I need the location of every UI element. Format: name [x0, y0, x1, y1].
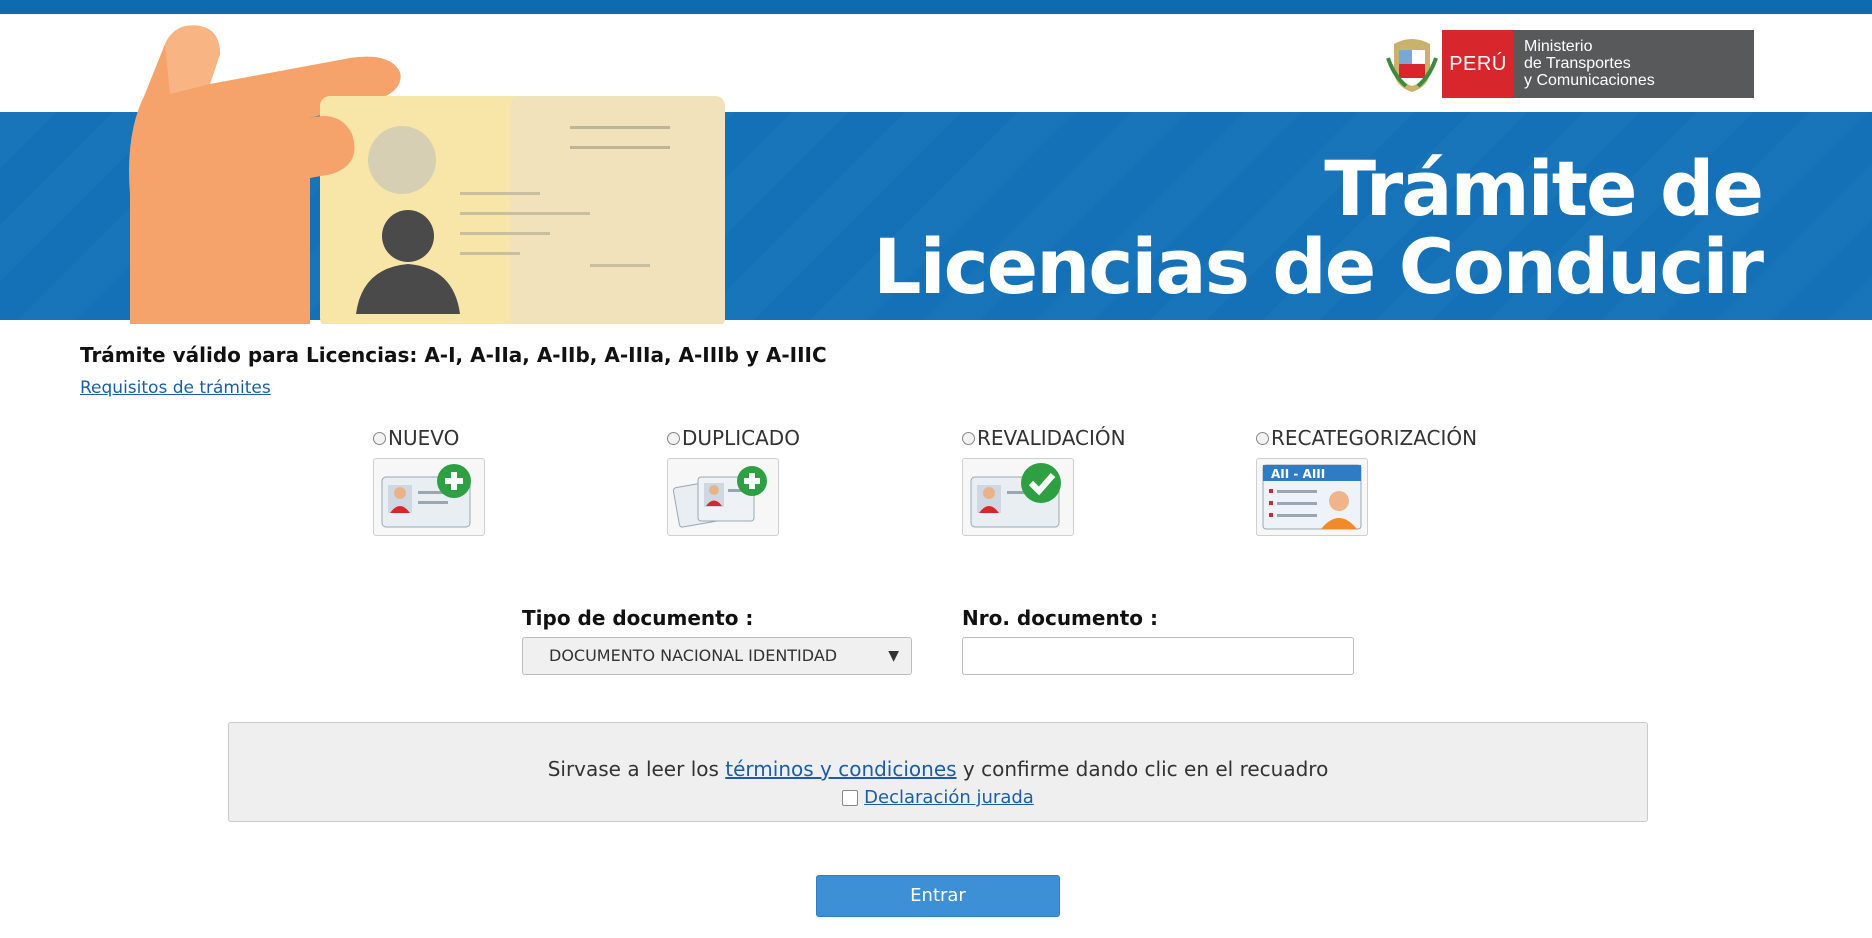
radio-nuevo[interactable] — [373, 431, 386, 445]
radio-revalidacion[interactable] — [962, 431, 975, 445]
logo-country: PERÚ — [1442, 30, 1514, 98]
option-nuevo[interactable]: NUEVO — [373, 426, 485, 536]
enter-button[interactable]: Entrar — [816, 875, 1060, 917]
declaration-link[interactable]: Declaración jurada — [864, 787, 1034, 808]
logo-ministry: Ministerio de Transportes y Comunicacion… — [1514, 30, 1754, 98]
option-label: DUPLICADO — [682, 426, 800, 450]
logo-ministry-line: y Comunicaciones — [1524, 72, 1655, 89]
option-label: REVALIDACIÓN — [977, 426, 1126, 450]
doc-number-input[interactable] — [962, 637, 1354, 675]
option-recategorizacion[interactable]: RECATEGORIZACIÓN AII - AIII — [1256, 426, 1477, 536]
chevron-down-icon[interactable]: ▼ — [888, 638, 899, 674]
revalidation-license-icon[interactable] — [962, 458, 1074, 536]
ministry-logo: PERÚ Ministerio de Transportes y Comunic… — [1382, 30, 1754, 98]
requirements-link[interactable]: Requisitos de trámites — [80, 378, 271, 398]
option-label: RECATEGORIZACIÓN — [1271, 426, 1478, 450]
doc-number-label: Nro. documento : — [962, 606, 1158, 630]
terms-prefix: Sirvase a leer los — [547, 757, 726, 781]
option-label: NUEVO — [388, 426, 460, 450]
valid-licenses-text: Trámite válido para Licencias: A-I, A-II… — [80, 343, 827, 367]
doc-type-value: DOCUMENTO NACIONAL IDENTIDAD — [549, 646, 838, 665]
terms-box: Sirvase a leer los términos y condicione… — [228, 722, 1648, 822]
hero-title-line2: Licencias de Conducir — [873, 222, 1764, 311]
terms-text: Sirvase a leer los términos y condicione… — [229, 757, 1647, 781]
radio-duplicado[interactable] — [667, 431, 680, 445]
radio-recategorizacion[interactable] — [1256, 431, 1269, 445]
terms-link[interactable]: términos y condiciones — [725, 757, 956, 781]
doc-type-select[interactable]: DOCUMENTO NACIONAL IDENTIDAD ▼ — [522, 637, 912, 675]
terms-suffix: y confirme dando clic en el recuadro — [956, 757, 1329, 781]
logo-ministry-line: de Transportes — [1524, 55, 1631, 72]
logo-ministry-line: Ministerio — [1524, 38, 1593, 55]
recategorization-license-icon[interactable]: AII - AIII — [1256, 458, 1368, 536]
top-bar — [0, 0, 1872, 14]
declaration-checkbox[interactable] — [842, 790, 859, 806]
duplicate-license-icon[interactable] — [667, 458, 779, 536]
hero-title: Trámite de Licencias de Conducir — [873, 144, 1764, 311]
option-duplicado[interactable]: DUPLICADO — [667, 426, 800, 536]
new-license-icon[interactable] — [373, 458, 485, 536]
icon-text: AII - AIII — [1271, 467, 1325, 481]
doc-type-label: Tipo de documento : — [522, 606, 754, 630]
declaration-row: Declaración jurada — [229, 787, 1647, 808]
option-revalidacion[interactable]: REVALIDACIÓN — [962, 426, 1126, 536]
license-card-illustration — [129, 25, 725, 324]
hero-title-line1: Trámite de — [1324, 144, 1764, 233]
coat-of-arms-icon — [1382, 30, 1442, 98]
